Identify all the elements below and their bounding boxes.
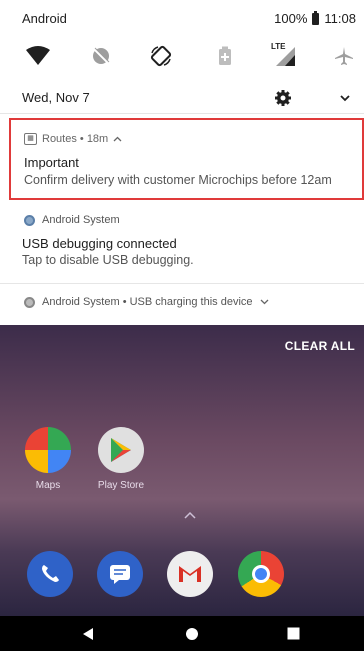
battery-percent: 100% <box>274 11 308 26</box>
usb-charging-notification[interactable]: Android System • USB charging this devic… <box>0 288 364 318</box>
gmail-icon[interactable] <box>167 551 213 597</box>
auto-rotate-icon[interactable] <box>147 42 175 70</box>
routes-app-icon: ▦ <box>24 133 37 145</box>
do-not-disturb-off-icon[interactable] <box>87 42 115 70</box>
routes-header-text: Routes • 18m <box>42 133 109 145</box>
maps-label: Maps <box>35 480 61 491</box>
battery-icon <box>312 10 320 25</box>
collapse-chevron-icon[interactable] <box>113 136 122 142</box>
usb-charging-header: Android System • USB charging this devic… <box>24 296 269 308</box>
clock-time: 11:08 <box>324 11 356 26</box>
maps-app[interactable]: Maps <box>23 427 73 491</box>
lte-signal-icon[interactable]: LTE <box>270 42 298 70</box>
lte-label: LTE <box>271 42 286 51</box>
usb-notification-title: USB debugging connected <box>22 236 177 251</box>
status-right-group: 100% 11:08 <box>274 10 356 26</box>
date-row: Wed, Nov 7 <box>0 84 364 112</box>
routes-notification[interactable]: ▦ Routes • 18m Important Confirm deliver… <box>9 118 364 200</box>
routes-notification-title: Important <box>24 155 79 170</box>
settings-gear-icon[interactable] <box>273 88 293 108</box>
maps-icon <box>25 427 71 473</box>
usb-charging-text: Android System • USB charging this devic… <box>42 296 253 308</box>
android-system-icon <box>24 296 35 308</box>
phone-icon[interactable] <box>27 551 73 597</box>
airplane-mode-icon[interactable] <box>330 42 358 70</box>
usb-app-name: Android System <box>42 214 120 226</box>
usb-debugging-notification[interactable]: Android System USB debugging connected T… <box>0 206 364 280</box>
routes-notification-header: ▦ Routes • 18m <box>24 133 122 145</box>
recents-button[interactable] <box>287 627 300 640</box>
usb-notification-body: Tap to disable USB debugging. <box>22 253 194 267</box>
play-store-icon <box>98 427 144 473</box>
date-label: Wed, Nov 7 <box>22 90 90 105</box>
navigation-bar <box>0 616 364 651</box>
messages-icon[interactable] <box>97 551 143 597</box>
home-button[interactable] <box>185 627 199 641</box>
play-store-label: Play Store <box>97 480 145 491</box>
carrier-label: Android <box>22 11 67 26</box>
home-screen-wallpaper: CLEAR ALL Maps Play Store <box>0 325 364 616</box>
routes-notification-body: Confirm delivery with customer Microchip… <box>24 173 332 187</box>
battery-saver-icon[interactable] <box>211 42 239 70</box>
play-store-app[interactable]: Play Store <box>96 427 146 491</box>
back-button[interactable] <box>82 627 94 641</box>
app-drawer-chevron-icon[interactable] <box>184 511 196 519</box>
divider <box>0 113 364 114</box>
chrome-icon[interactable] <box>238 551 284 597</box>
wifi-icon[interactable] <box>24 42 52 70</box>
notification-shade: Android 100% 11:08 LTE Wed, Nov 7 ▦ Rout… <box>0 0 364 325</box>
android-system-icon <box>24 214 35 226</box>
usb-notification-header: Android System <box>24 214 120 226</box>
quick-settings-row: LTE <box>0 38 364 78</box>
expand-chevron-icon[interactable] <box>260 299 269 305</box>
status-bar: Android 100% 11:08 <box>0 0 364 36</box>
clear-all-button[interactable]: CLEAR ALL <box>285 339 355 353</box>
divider <box>0 283 364 284</box>
expand-chevron-icon[interactable] <box>336 89 354 107</box>
